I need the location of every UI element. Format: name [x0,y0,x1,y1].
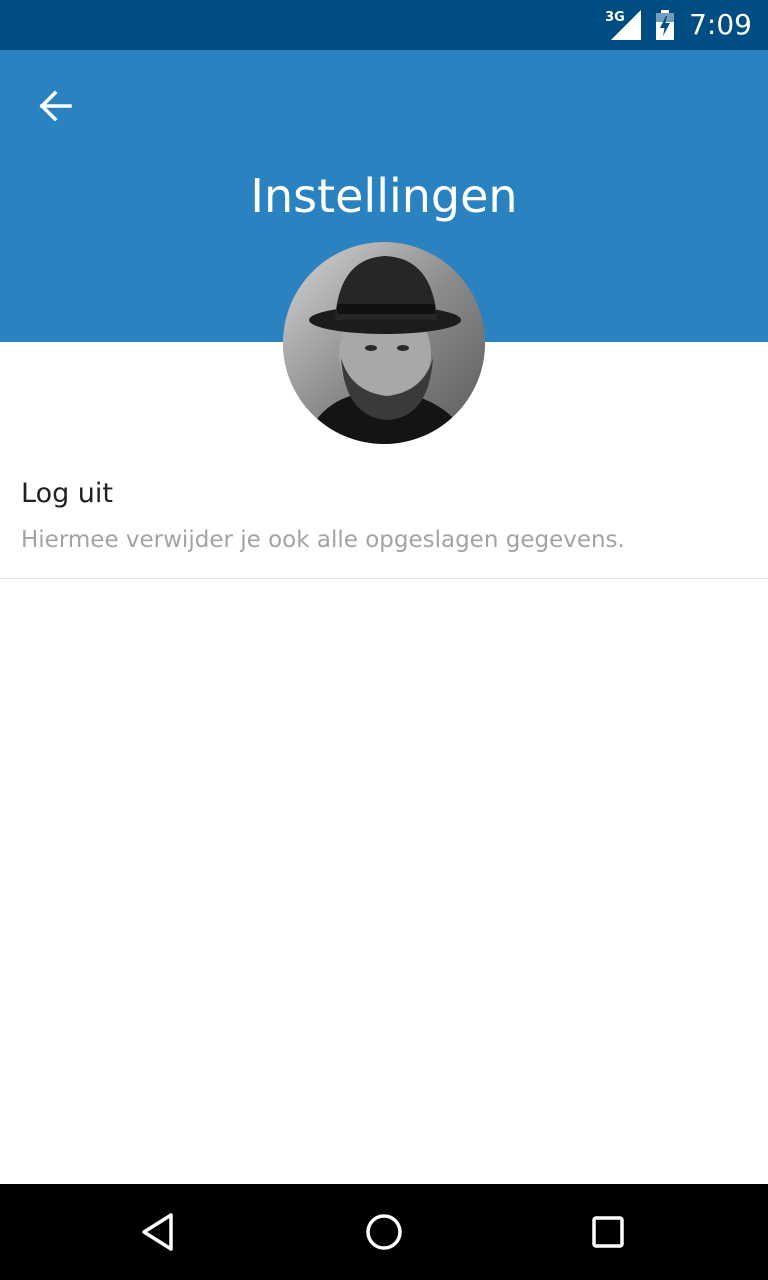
logout-title: Log uit [21,478,114,509]
arrow-back-icon [39,90,72,122]
navigation-bar [0,1184,768,1280]
battery-charging-icon [656,10,675,40]
status-icons: 3G 7:09 [605,0,752,50]
clock: 7:09 [689,8,752,41]
network-indicator: 3G [605,10,642,40]
page-title: Instellingen [250,169,518,223]
settings-screen: 3G 7:09 Instellingen Log uit Hiermee ver… [0,0,768,1280]
nav-home-button[interactable] [352,1204,416,1260]
recents-square-icon [592,1216,624,1248]
nav-recents-button[interactable] [576,1204,640,1260]
logout-setting[interactable]: Log uit Hiermee verwijder je ook alle op… [0,462,768,579]
status-bar: 3G 7:09 [0,0,768,50]
logout-subtitle: Hiermee verwijder je ook alle opgeslagen… [21,527,625,553]
avatar [283,242,485,444]
network-signal-icon [611,10,642,40]
profile-photo [283,242,485,444]
home-circle-icon [366,1214,402,1250]
back-triangle-icon [142,1213,173,1251]
nav-back-button[interactable] [128,1204,192,1260]
back-button[interactable] [24,78,88,134]
